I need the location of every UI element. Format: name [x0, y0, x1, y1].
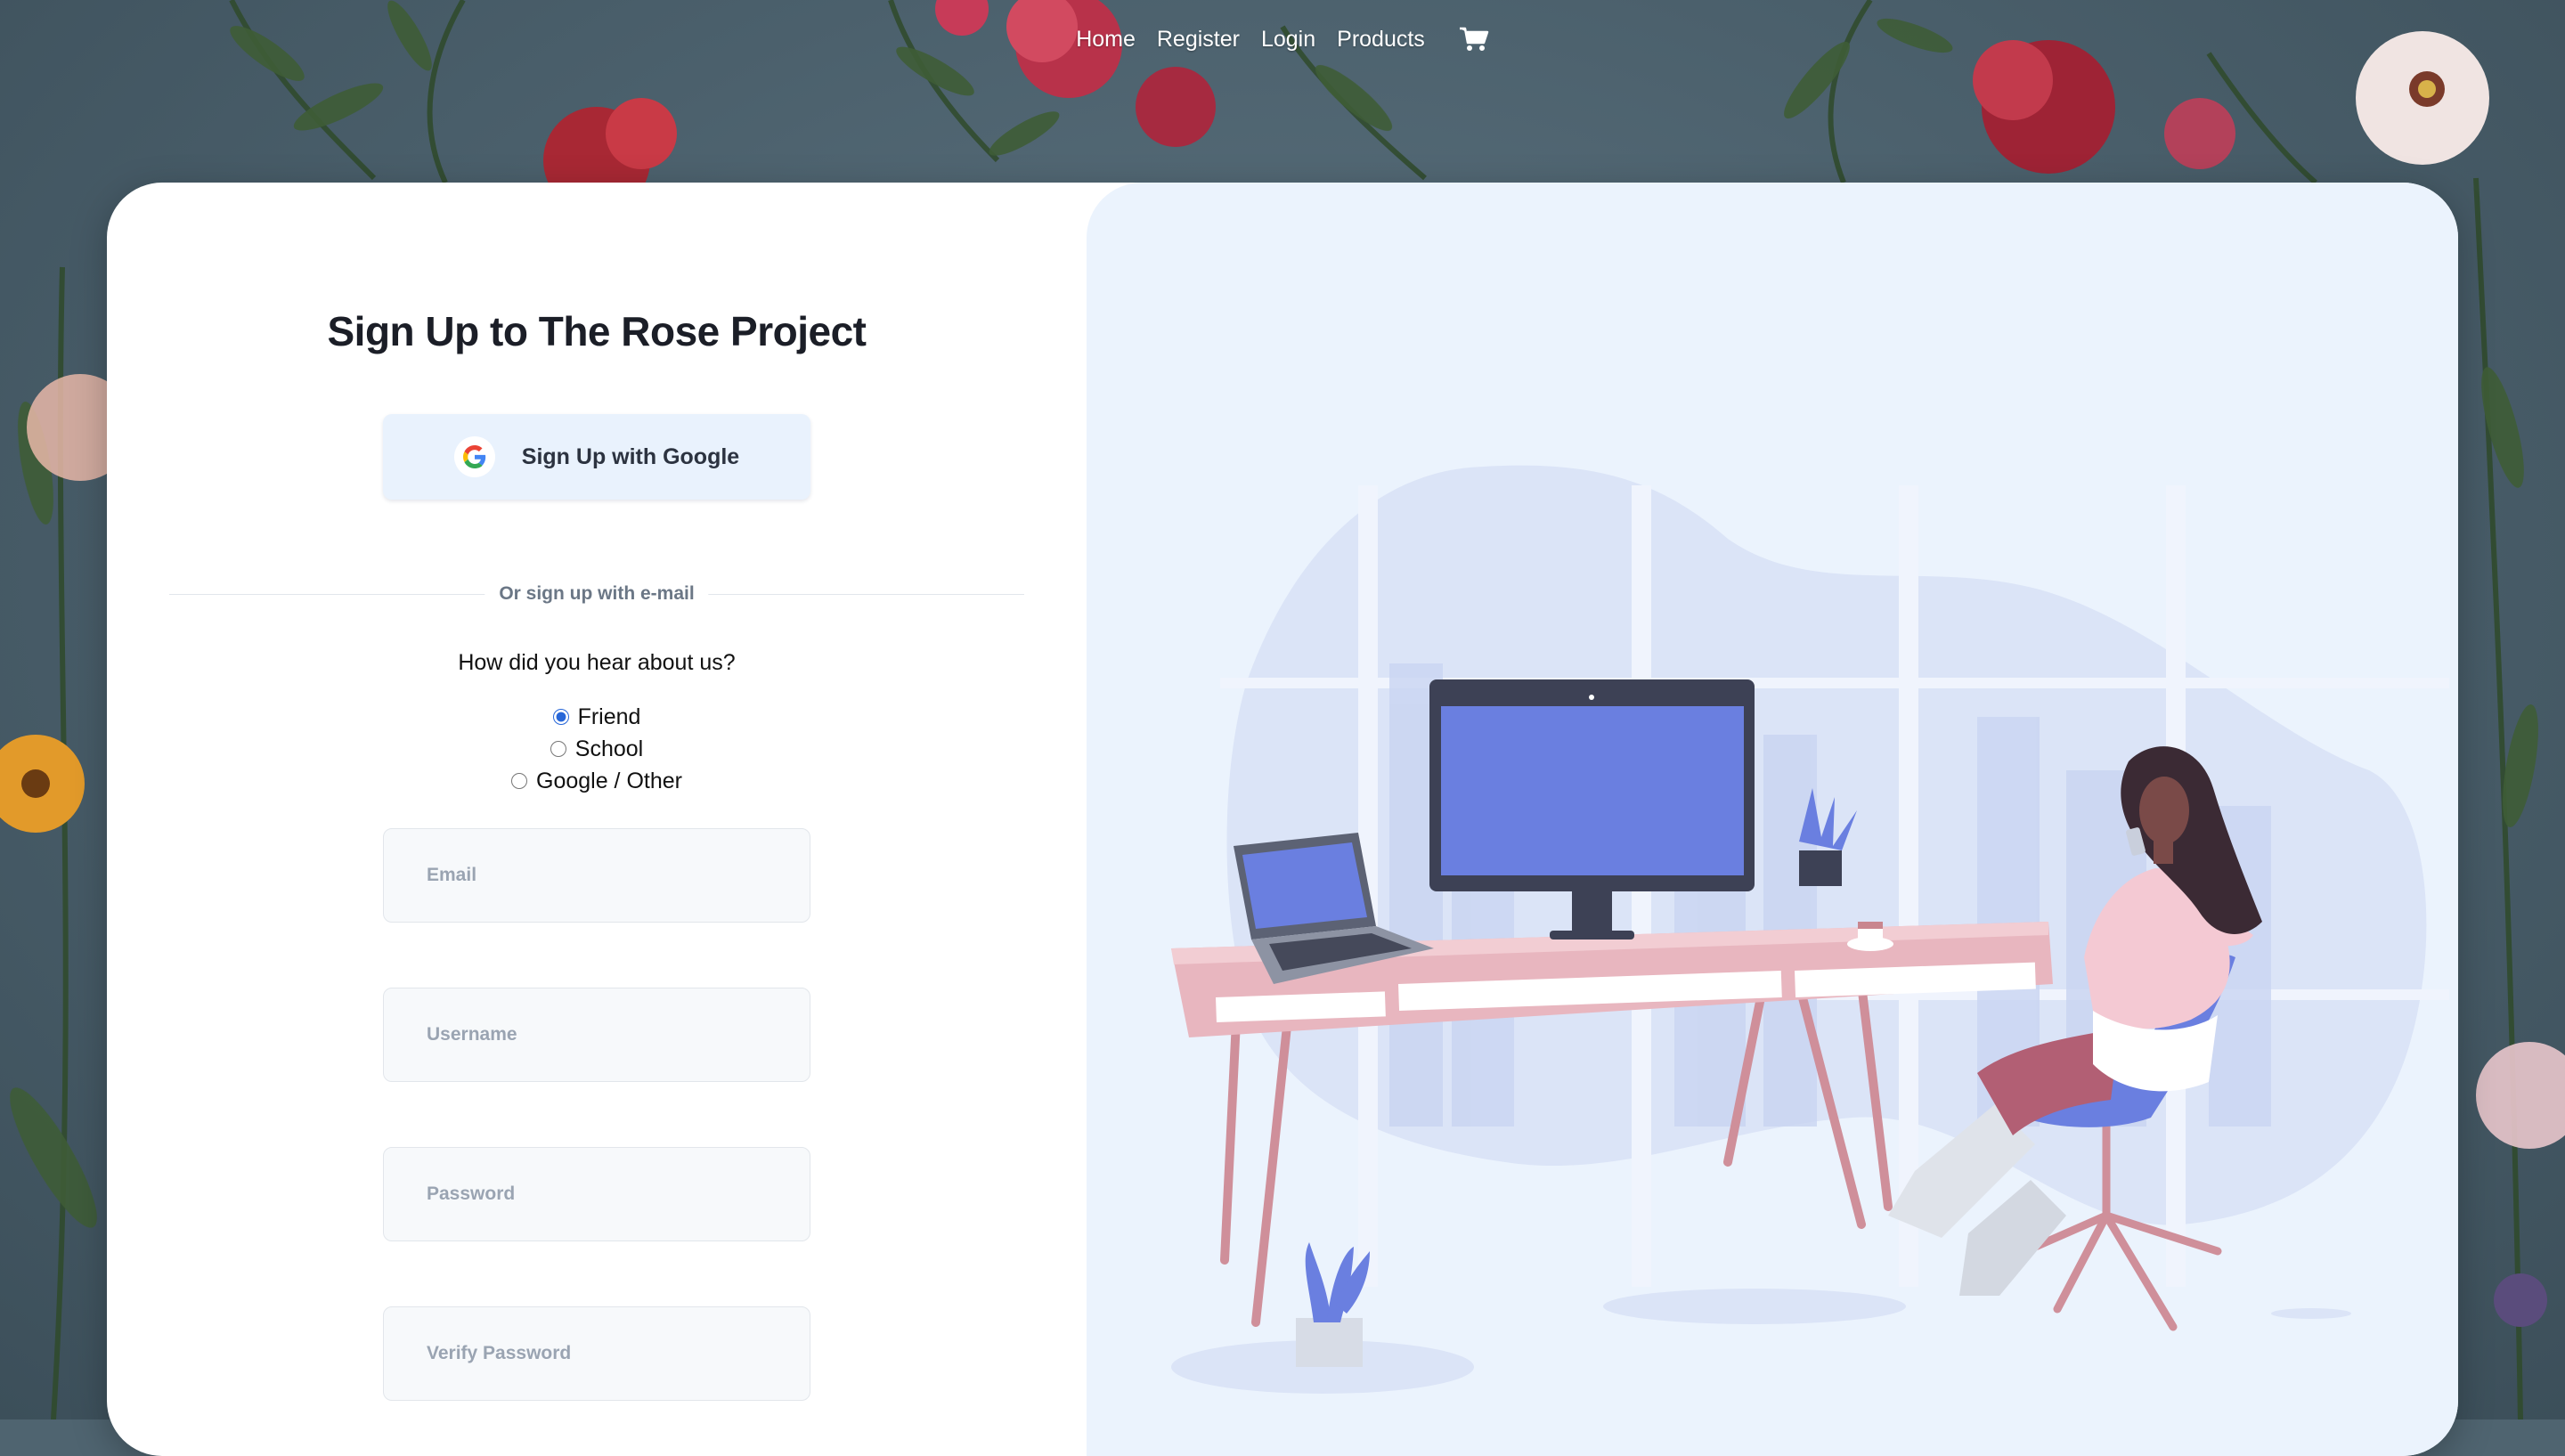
nav-login-link[interactable]: Login [1261, 27, 1315, 53]
option-google-other[interactable]: Google / Other [107, 765, 1087, 797]
divider-text: Or sign up with e-mail [484, 581, 709, 607]
page-title: Sign Up to The Rose Project [327, 308, 867, 354]
radio-friend[interactable] [552, 709, 569, 725]
top-nav: Home Register Login Products [0, 23, 2565, 55]
referral-question: How did you hear about us? [458, 650, 736, 675]
referral-options: Friend School Google / Other [107, 701, 1087, 797]
google-signup-button[interactable]: Sign Up with Google [383, 414, 810, 500]
username-field[interactable] [383, 988, 810, 1082]
password-field[interactable] [383, 1147, 810, 1241]
nav-products-link[interactable]: Products [1337, 27, 1425, 53]
option-google-other-label: Google / Other [536, 768, 682, 793]
radio-school[interactable] [550, 741, 566, 757]
nav-register-link[interactable]: Register [1157, 27, 1240, 53]
radio-google-other[interactable] [511, 773, 527, 789]
nav-home-link[interactable]: Home [1076, 27, 1136, 53]
verify-password-field[interactable] [383, 1306, 810, 1401]
cart-icon[interactable] [1459, 26, 1489, 53]
signup-card: Sign Up to The Rose Project Sign Up with… [107, 183, 2458, 1456]
option-school[interactable]: School [107, 733, 1087, 765]
google-icon [453, 436, 495, 477]
email-divider: Or sign up with e-mail [169, 581, 1024, 607]
option-friend[interactable]: Friend [107, 701, 1087, 733]
workspace-illustration [1171, 465, 2449, 1394]
email-field[interactable] [383, 828, 810, 923]
signup-form-panel: Sign Up to The Rose Project Sign Up with… [107, 183, 1087, 1456]
option-school-label: School [574, 736, 644, 761]
option-friend-label: Friend [577, 704, 641, 729]
illustration-panel [1087, 183, 2458, 1456]
google-signup-label: Sign Up with Google [521, 443, 740, 469]
